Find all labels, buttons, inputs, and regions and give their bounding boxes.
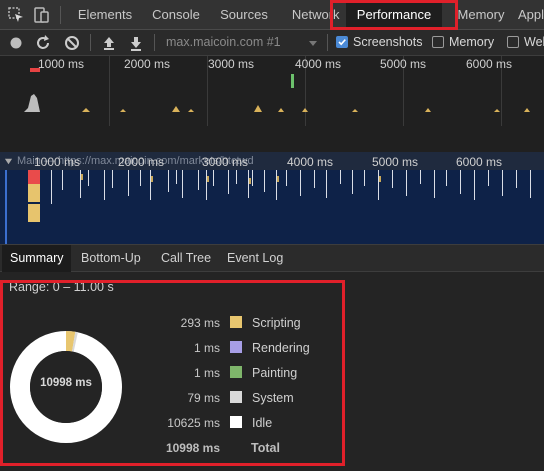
system-value: 79 ms	[187, 391, 220, 405]
triangle-down-icon[interactable]	[4, 157, 13, 166]
tab-sources[interactable]: Sources	[213, 0, 275, 30]
tab-divider	[60, 6, 61, 24]
overview-tick: 4000 ms	[295, 57, 342, 71]
tab-application[interactable]: Appl	[518, 0, 544, 30]
cpu-activity-chart	[24, 94, 530, 112]
tab-network[interactable]: Network	[281, 0, 346, 30]
rendering-label: Rendering	[252, 341, 310, 355]
flame-tick: 1000 ms	[34, 155, 81, 169]
scripting-label: Scripting	[252, 316, 301, 330]
timeline-overview[interactable]: 1000 ms 2000 ms 3000 ms 4000 ms 5000 ms …	[0, 56, 544, 216]
idle-swatch	[230, 416, 242, 428]
recording-select[interactable]: max.maicoin.com #1	[160, 30, 326, 55]
painting-value: 1 ms	[193, 366, 220, 380]
devtools-tab-bar: Elements Console Sources Network Perform…	[0, 0, 544, 30]
tab-bottom-up[interactable]: Bottom-Up	[73, 245, 149, 272]
overview-tick: 3000 ms	[208, 57, 255, 71]
device-toolbar-icon[interactable]	[32, 5, 52, 25]
flame-chart	[5, 170, 531, 244]
scripting-swatch	[230, 316, 242, 328]
toolbar-divider-3	[327, 34, 328, 51]
tab-call-tree[interactable]: Call Tree	[153, 245, 219, 272]
system-swatch	[230, 391, 242, 403]
total-value: 10998 ms	[165, 441, 220, 455]
donut-total-label: 10998 ms	[40, 377, 92, 389]
checkmark-icon	[338, 39, 346, 46]
donut-segment-scripting	[65, 331, 76, 352]
tab-performance[interactable]: Performance	[346, 0, 442, 30]
summary-panel: Range: 0 – 11.00 s 10998 ms 293 ms Scrip…	[0, 272, 544, 471]
load-profile-icon[interactable]	[99, 33, 119, 53]
flame-tick: 5000 ms	[372, 155, 419, 169]
range-label: Range: 0 – 11.00 s	[9, 280, 114, 294]
overview-tick: 1000 ms	[38, 57, 85, 71]
painting-label: Painting	[252, 366, 298, 380]
overview-tick: 2000 ms	[124, 57, 171, 71]
screenshots-checkbox[interactable]	[336, 36, 348, 48]
tab-summary[interactable]: Summary	[2, 245, 72, 272]
tab-console[interactable]: Console	[143, 0, 209, 30]
toolbar-divider	[90, 34, 91, 51]
idle-value: 10625 ms	[167, 416, 220, 430]
web-vitals-label: Web	[524, 35, 544, 49]
save-profile-icon[interactable]	[126, 33, 146, 53]
screenshot-strip	[0, 124, 544, 216]
tab-memory[interactable]: Memory	[452, 0, 510, 30]
flame-tick: 2000 ms	[118, 155, 165, 169]
toolbar-divider-2	[154, 34, 155, 51]
total-label: Total	[251, 441, 280, 455]
idle-label: Idle	[252, 416, 273, 430]
memory-checkbox[interactable]	[432, 36, 444, 48]
flame-tick: 6000 ms	[456, 155, 503, 169]
inspect-element-icon[interactable]	[6, 5, 26, 25]
memory-label: Memory	[449, 35, 495, 49]
reload-record-icon[interactable]	[33, 33, 53, 53]
tab-elements[interactable]: Elements	[71, 0, 139, 30]
recording-select-value: max.maicoin.com #1	[166, 35, 281, 49]
screenshots-label: Screenshots	[353, 35, 423, 49]
overview-tick: 6000 ms	[466, 57, 513, 71]
painting-swatch	[230, 366, 242, 378]
record-icon[interactable]	[6, 33, 26, 53]
details-tab-bar: Summary Bottom-Up Call Tree Event Log	[0, 244, 544, 272]
main-thread-track[interactable]: Main — https://max.maicoin.com/markets/b…	[0, 152, 544, 244]
fps-marker	[30, 68, 40, 72]
clear-icon[interactable]	[62, 33, 82, 53]
scripting-value: 293 ms	[180, 316, 220, 330]
tab-event-log[interactable]: Event Log	[219, 245, 291, 272]
rendering-value: 1 ms	[193, 341, 220, 355]
flame-tick: 3000 ms	[202, 155, 249, 169]
chevron-down-icon	[309, 41, 317, 46]
system-label: System	[252, 391, 294, 405]
tab-network-label: Network	[291, 7, 340, 22]
web-vitals-checkbox[interactable]	[507, 36, 519, 48]
flame-tick: 4000 ms	[287, 155, 334, 169]
rendering-swatch	[230, 341, 242, 353]
overview-tick: 5000 ms	[380, 57, 427, 71]
performance-toolbar: max.maicoin.com #1 Screenshots Memory We…	[0, 30, 544, 56]
